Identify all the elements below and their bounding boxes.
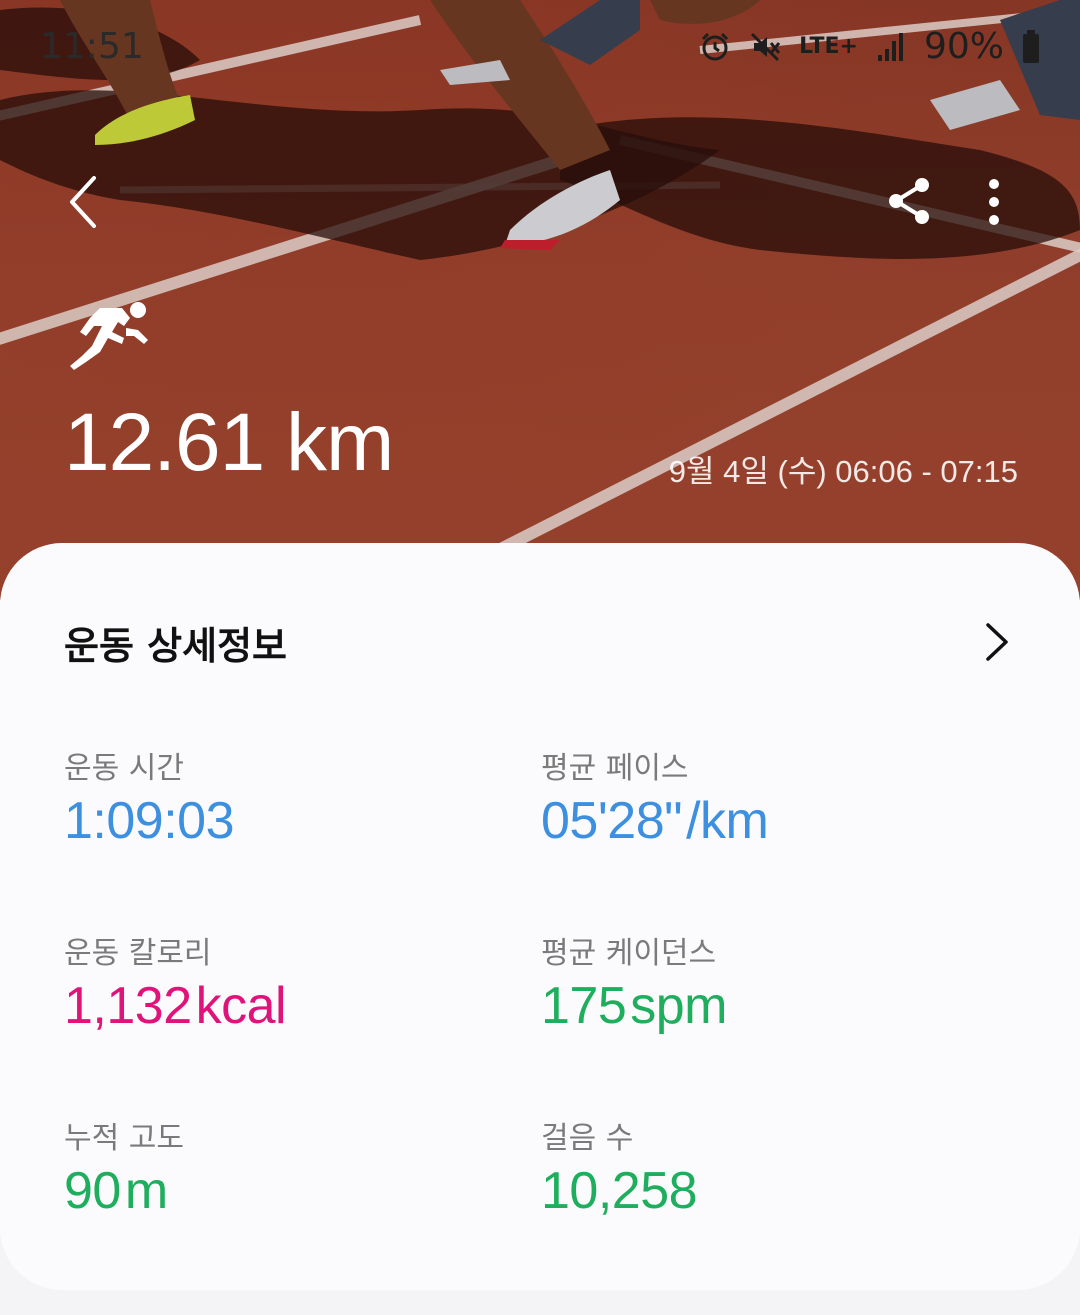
stat-label: 걸음 수 — [541, 1121, 634, 1156]
stat-average-pace: 평균 페이스 05'28"/km — [541, 743, 769, 851]
track-photo — [0, 0, 1080, 600]
stat-calories: 운동 칼로리 1,132kcal — [64, 928, 287, 1036]
lte-icon: LTE+ — [799, 34, 858, 59]
stat-label: 운동 칼로리 — [64, 936, 212, 971]
stat-value: 1,132kcal — [64, 977, 287, 1035]
signal-icon — [877, 32, 903, 61]
stat-value: 90m — [64, 1162, 168, 1220]
more-vertical-icon — [989, 179, 999, 225]
battery-percentage: 90% — [923, 26, 1004, 67]
stat-label: 평균 페이스 — [541, 751, 689, 786]
stat-value: 175spm — [541, 977, 728, 1035]
stat-value: 10,258 — [541, 1162, 698, 1220]
stat-value: 05'28"/km — [541, 792, 769, 850]
stat-label: 운동 시간 — [64, 751, 184, 786]
mute-icon — [751, 32, 781, 61]
workout-date-range: 9월 4일 (수) 06:06 - 07:15 — [668, 454, 1018, 489]
running-icon — [70, 302, 148, 370]
more-options-button[interactable] — [972, 176, 1016, 230]
workout-details-card: 운동 상세정보 운동 시간 1:09:03 평균 페이스 05'28"/km 운… — [0, 543, 1080, 1290]
status-bar: 11:51 LTE+ 90% — [0, 22, 1080, 72]
stat-workout-time: 운동 시간 1:09:03 — [64, 743, 238, 851]
stat-elevation-gain: 누적 고도 90m — [64, 1113, 184, 1221]
chevron-left-icon — [70, 176, 96, 228]
stat-steps: 걸음 수 10,258 — [541, 1113, 701, 1221]
workout-distance: 12.61 km — [64, 397, 394, 488]
stat-average-cadence: 평균 케이던스 175spm — [541, 928, 728, 1036]
stat-value: 1:09:03 — [64, 792, 235, 850]
share-icon — [889, 178, 929, 224]
status-time: 11:51 — [40, 26, 144, 67]
stat-label: 누적 고도 — [64, 1121, 184, 1156]
back-button[interactable] — [60, 170, 110, 234]
share-button[interactable] — [884, 175, 934, 227]
stat-label: 평균 케이던스 — [541, 936, 717, 971]
chevron-right-icon[interactable] — [980, 619, 1014, 665]
status-icons: LTE+ 90% — [699, 26, 1040, 67]
card-title[interactable]: 운동 상세정보 — [64, 615, 287, 670]
alarm-icon — [702, 32, 729, 60]
hero-banner: 11:51 LTE+ 90% 12.61 km 9월 4일 (수) 06:06 … — [0, 0, 1080, 600]
battery-icon — [1023, 29, 1039, 63]
